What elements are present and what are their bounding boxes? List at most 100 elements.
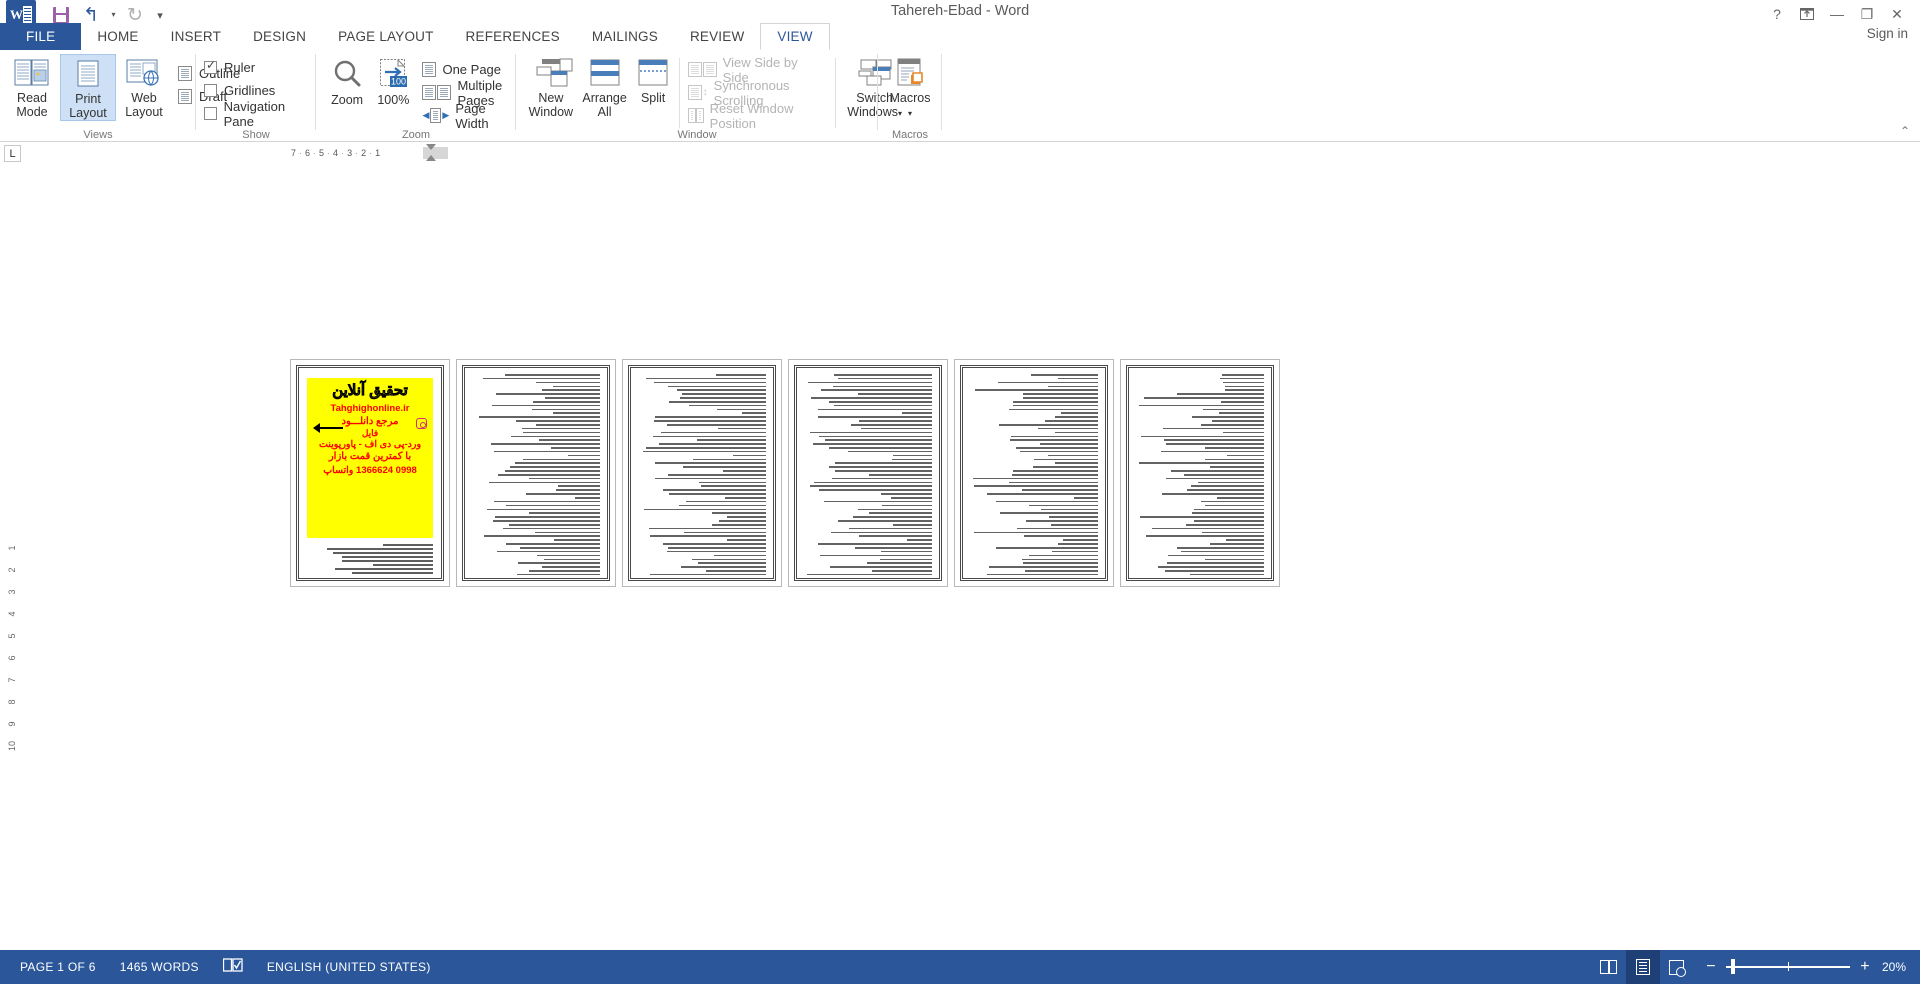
document-page-2[interactable] (456, 359, 616, 587)
tab-home[interactable]: HOME (81, 23, 154, 50)
text-line (848, 527, 932, 530)
text-line (655, 462, 766, 464)
document-area[interactable]: 1 2 3 4 5 6 7 8 9 10 تحقیق آنلاین Tahghi… (0, 164, 1920, 950)
text-line (535, 423, 600, 426)
vertical-ruler[interactable]: 1 2 3 4 5 6 7 8 9 10 (4, 539, 20, 759)
tab-insert[interactable]: INSERT (155, 23, 237, 50)
text-line (535, 381, 600, 384)
text-line (712, 512, 766, 514)
text-line (1000, 512, 1098, 514)
zoom-100-button[interactable]: 100 100% (370, 54, 416, 107)
print-layout-button[interactable]: Print Layout (60, 54, 116, 121)
zoom-level-label[interactable]: 20% (1872, 960, 1906, 974)
text-line (529, 477, 600, 480)
document-page-1[interactable]: تحقیق آنلاین Tahghighonline.ir مرجع دانل… (290, 359, 450, 587)
text-line (997, 381, 1098, 384)
cover-line5: ورد-پی دی اف - پاورپوینت (318, 439, 422, 451)
arrange-all-button[interactable]: Arrange All (578, 54, 632, 119)
language-indicator[interactable]: ENGLISH (UNITED STATES) (255, 960, 443, 974)
text-line (829, 447, 932, 449)
web-layout-button[interactable]: Web Layout (116, 54, 172, 119)
text-line (1193, 520, 1264, 522)
zoom-in-button[interactable]: + (1858, 958, 1872, 976)
proofing-status-button[interactable] (211, 958, 255, 976)
print-layout-view-button[interactable] (1625, 950, 1660, 984)
text-line (526, 493, 600, 495)
text-line (723, 470, 766, 472)
text-line (813, 481, 932, 484)
document-page-3[interactable] (622, 359, 782, 587)
page-width-button[interactable]: ◀ ▶ Page Width (422, 101, 521, 131)
read-mode-button[interactable]: Read Mode (4, 54, 60, 119)
proofing-errors-icon (222, 958, 243, 972)
text-line (568, 454, 600, 457)
inner-separator-2 (834, 58, 836, 128)
text-line (1022, 489, 1098, 491)
new-window-button[interactable]: New Window (524, 54, 578, 119)
text-line (654, 416, 766, 418)
tab-file[interactable]: FILE (0, 23, 82, 50)
text-line (986, 573, 1098, 576)
text-line (806, 573, 932, 576)
navigation-pane-checkbox[interactable]: Navigation Pane (204, 99, 316, 129)
text-line (1058, 377, 1098, 380)
macros-button[interactable]: Macros ▾ (882, 54, 938, 121)
text-line (692, 458, 766, 461)
text-line (484, 535, 600, 538)
text-line (1177, 393, 1264, 395)
tab-view[interactable]: VIEW (760, 23, 830, 50)
text-line (1216, 497, 1264, 499)
arrange-all-icon (590, 59, 620, 86)
reset-window-position-button[interactable]: Reset Window Position (687, 101, 823, 131)
text-line (490, 443, 600, 445)
word-count[interactable]: 1465 WORDS (108, 960, 211, 974)
text-line (718, 427, 766, 430)
text-line (1058, 543, 1098, 545)
vruler-tick: 7 (7, 677, 17, 683)
text-line (1200, 500, 1264, 503)
text-line (327, 548, 433, 550)
tab-stop-selector[interactable]: L (4, 145, 21, 162)
text-line (520, 546, 600, 549)
text-line (1023, 393, 1098, 395)
collapse-ribbon-button[interactable]: ⌃ (1900, 124, 1910, 138)
tab-page-layout[interactable]: PAGE LAYOUT (322, 23, 449, 50)
page-indicator[interactable]: PAGE 1 OF 6 (8, 960, 108, 974)
text-line (685, 500, 766, 503)
text-line (553, 412, 600, 415)
zoom-slider-thumb[interactable] (1730, 959, 1735, 975)
text-line (1138, 404, 1264, 407)
document-page-4[interactable] (788, 359, 948, 587)
text-line (1190, 573, 1264, 576)
web-layout-icon (126, 59, 159, 86)
text-line (505, 374, 600, 376)
zoom-button[interactable]: Zoom (324, 54, 370, 107)
split-button[interactable]: Split (631, 54, 674, 105)
text-line (496, 550, 600, 553)
tab-design[interactable]: DESIGN (237, 23, 322, 50)
text-line (691, 558, 766, 561)
ruler-checkbox[interactable]: Ruler (204, 56, 316, 79)
text-line (537, 554, 600, 557)
one-page-label: One Page (442, 62, 502, 77)
read-mode-view-button[interactable] (1592, 950, 1626, 984)
tab-references[interactable]: REFERENCES (450, 23, 576, 50)
text-line (1008, 408, 1098, 411)
document-page-5[interactable] (954, 359, 1114, 587)
text-line (832, 477, 932, 480)
document-page-6[interactable] (1120, 359, 1280, 587)
indent-marker[interactable] (426, 144, 437, 161)
tab-mailings[interactable]: MAILINGS (576, 23, 674, 50)
web-layout-view-button[interactable] (1660, 950, 1694, 984)
read-mode-view-icon (1600, 959, 1618, 974)
zoom-out-button[interactable]: − (1704, 958, 1718, 976)
text-line (833, 385, 932, 388)
title-bar: W ↰ ▾ ↻ ▾ Tahereh-Ebad - Word ? — ❐ ✕ Si… (0, 0, 1920, 50)
zoom-slider[interactable] (1725, 959, 1850, 975)
text-line (701, 577, 766, 578)
tab-review[interactable]: REVIEW (674, 23, 760, 50)
text-line (727, 539, 766, 541)
text-line (1028, 504, 1098, 507)
text-line (1222, 431, 1264, 434)
view-side-by-side-icon (687, 62, 717, 77)
